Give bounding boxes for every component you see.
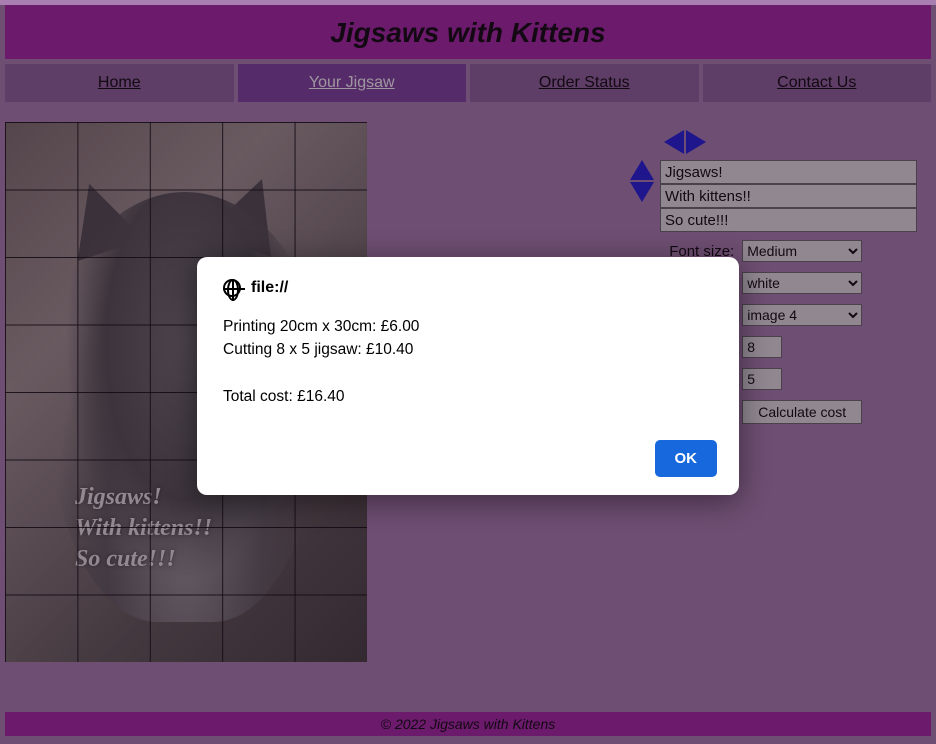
alert-dialog: file:// Printing 20cm x 30cm: £6.00 Cutt… (197, 257, 739, 495)
dialog-origin: file:// (251, 279, 288, 297)
globe-icon (223, 279, 241, 297)
dialog-body: Printing 20cm x 30cm: £6.00 Cutting 8 x … (223, 315, 713, 408)
dialog-line: Printing 20cm x 30cm: £6.00 (223, 315, 713, 338)
dialog-title-row: file:// (223, 279, 713, 297)
dialog-total: Total cost: £16.40 (223, 385, 713, 408)
dialog-ok-button[interactable]: OK (655, 440, 718, 477)
dialog-line: Cutting 8 x 5 jigsaw: £10.40 (223, 338, 713, 361)
